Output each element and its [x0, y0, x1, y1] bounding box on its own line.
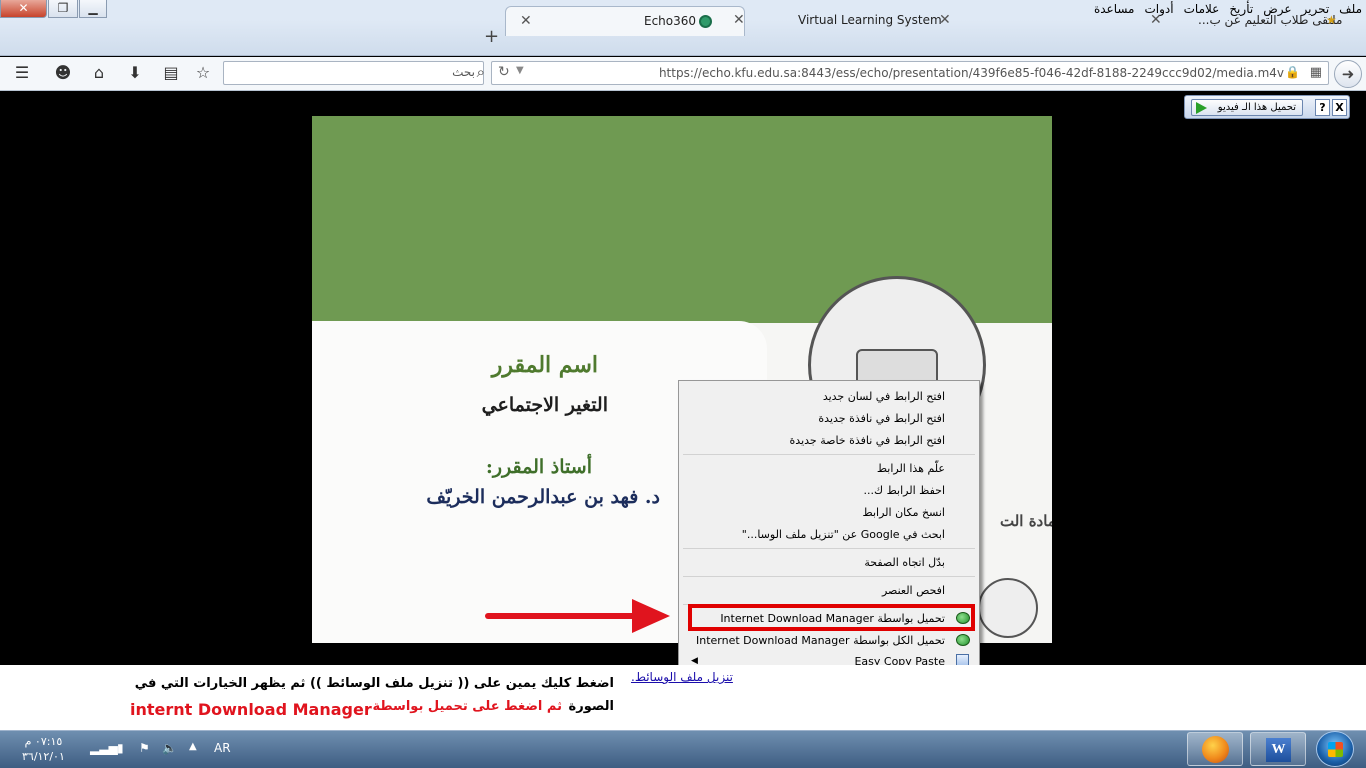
- red-arrow-shaft: [485, 613, 640, 619]
- language-indicator[interactable]: AR: [214, 741, 231, 755]
- menu-item-save-link-as[interactable]: احفظ الرابط ك...: [864, 484, 945, 497]
- chat-icon[interactable]: ☻: [52, 62, 74, 84]
- instruction-line-2-red-en: internt Download Manager: [130, 700, 372, 719]
- download-media-link[interactable]: تنزيل ملف الوسائط.: [631, 670, 733, 684]
- menu-item-bookmark-link[interactable]: علّم هذا الرابط: [877, 462, 945, 475]
- deanship-text: عمادة الت: [1000, 512, 1052, 530]
- idm-highlight-box: [688, 604, 975, 631]
- download-icon[interactable]: ⬇: [124, 62, 146, 84]
- menu-item-idm-download-all[interactable]: تحميل الكل بواسطة Internet Download Mana…: [696, 634, 945, 647]
- close-tab-icon[interactable]: ✕: [1150, 6, 1162, 34]
- search-input[interactable]: بحث ⌕: [223, 61, 485, 85]
- url-bar[interactable]: ↻ ▼ https://echo.kfu.edu.sa:8443/ess/ech…: [491, 61, 1329, 85]
- battery-icon[interactable]: ▮: [117, 741, 124, 755]
- tab-title: ملتقى طلاب التعليم عن ب...: [1198, 13, 1343, 27]
- taskbar-firefox-button[interactable]: [1187, 732, 1243, 766]
- taskbar-word-button[interactable]: W: [1250, 732, 1306, 766]
- tab-echo360[interactable]: ✕ Echo360: [505, 6, 745, 36]
- star-favicon-icon: ★: [1326, 13, 1337, 27]
- close-tab-icon[interactable]: ✕: [733, 6, 745, 34]
- windows-taskbar: [0, 730, 1366, 768]
- library-icon[interactable]: ▤: [160, 62, 182, 84]
- menu-separator: [683, 576, 975, 577]
- echo-favicon-icon: [699, 15, 712, 28]
- close-tab-icon[interactable]: ✕: [939, 6, 951, 34]
- word-icon: W: [1266, 738, 1291, 762]
- clock-date: ٣٦/١٢/٠١: [22, 750, 65, 763]
- tab-title: Echo360: [644, 14, 697, 28]
- idm-help-button[interactable]: ?: [1315, 99, 1330, 116]
- start-button[interactable]: [1316, 731, 1354, 767]
- close-tab-icon[interactable]: ✕: [520, 7, 532, 35]
- instructor-label: أستاذ المقرر:: [485, 456, 592, 478]
- speaker-icon[interactable]: 🔈: [162, 741, 177, 755]
- url-text: https://echo.kfu.edu.sa:8443/ess/echo/pr…: [658, 66, 1284, 80]
- idm-close-button[interactable]: X: [1332, 99, 1347, 116]
- menu-item-open-private-window[interactable]: افتح الرابط في نافذة خاصة جديدة: [790, 434, 945, 447]
- search-icon: ⌕: [476, 63, 485, 81]
- menu-item-copy-link-location[interactable]: انسخ مكان الرابط: [863, 506, 945, 519]
- menu-separator: [683, 548, 975, 549]
- new-tab-button[interactable]: +: [484, 26, 499, 47]
- menu-item-open-new-tab[interactable]: افتح الرابط في لسان جديد: [823, 390, 945, 403]
- idm-download-panel: تحميل هذا الـ فيديو ? X: [1184, 95, 1350, 119]
- show-hidden-icons-icon[interactable]: ▲: [189, 741, 197, 752]
- clock-time: ٠٧:١٥ م: [24, 735, 63, 748]
- menu-item-search-google[interactable]: ابحث في Google عن "تنزيل ملف الوسا...": [742, 528, 945, 541]
- menu-icon[interactable]: ☰: [11, 62, 33, 84]
- instructor-name: د. فهد بن عبدالرحمن الخريّف: [426, 486, 660, 508]
- menu-item-open-new-window[interactable]: افتح الرابط في نافذة جديدة: [818, 412, 945, 425]
- tab-title: Virtual Learning System: [798, 13, 942, 27]
- tab-virtual-learning[interactable]: ✕ Virtual Learning System ✕: [733, 6, 1133, 36]
- search-placeholder: بحث: [452, 65, 475, 79]
- course-name: التغير الاجتماعي: [481, 394, 608, 416]
- window-close-button[interactable]: ✕: [0, 0, 47, 18]
- url-dropdown-icon[interactable]: ▼: [516, 65, 524, 76]
- window-restore-button[interactable]: ❐: [48, 0, 78, 18]
- back-button[interactable]: ➜: [1334, 60, 1362, 88]
- flag-icon[interactable]: ⚑: [139, 741, 150, 755]
- idm-globe-icon: [956, 634, 972, 648]
- idm-download-label: تحميل هذا الـ فيديو: [1217, 102, 1296, 113]
- menu-item-switch-direction[interactable]: بدّل اتجاه الصفحة: [864, 556, 945, 569]
- windows-logo-icon: [1328, 742, 1343, 757]
- tab-forum[interactable]: ✕ ملتقى طلاب التعليم عن ب... ★: [1150, 6, 1350, 36]
- idm-download-video-button[interactable]: تحميل هذا الـ فيديو: [1191, 99, 1303, 116]
- instruction-line-2-black: الصورة: [568, 699, 614, 714]
- home-icon[interactable]: ⌂: [88, 62, 110, 84]
- lock-icon[interactable]: 🔒: [1285, 65, 1300, 79]
- signal-icon[interactable]: ▂▃▅: [90, 741, 118, 755]
- play-icon: [1196, 102, 1207, 114]
- window-minimize-button[interactable]: ▁: [79, 0, 107, 18]
- instruction-line-1: اضغط كليك يمين على (( تنزيل ملف الوسائط …: [134, 676, 614, 691]
- menu-item-inspect-element[interactable]: افحص العنصر: [882, 584, 945, 597]
- system-clock[interactable]: ٠٧:١٥ م ٣٦/١٢/٠١: [22, 734, 65, 764]
- small-seal-logo: [978, 578, 1038, 638]
- red-arrow-head: [632, 599, 670, 633]
- instruction-line-2-red: ثم اضغط على تحميل بواسطة: [372, 699, 563, 714]
- firefox-icon: [1202, 736, 1229, 763]
- reload-icon[interactable]: ↻: [498, 64, 510, 80]
- identity-icon[interactable]: ▦: [1310, 65, 1322, 80]
- course-label: اسم المقرر: [491, 352, 598, 378]
- bookmark-star-icon[interactable]: ☆: [192, 62, 214, 84]
- menu-separator: [683, 454, 975, 455]
